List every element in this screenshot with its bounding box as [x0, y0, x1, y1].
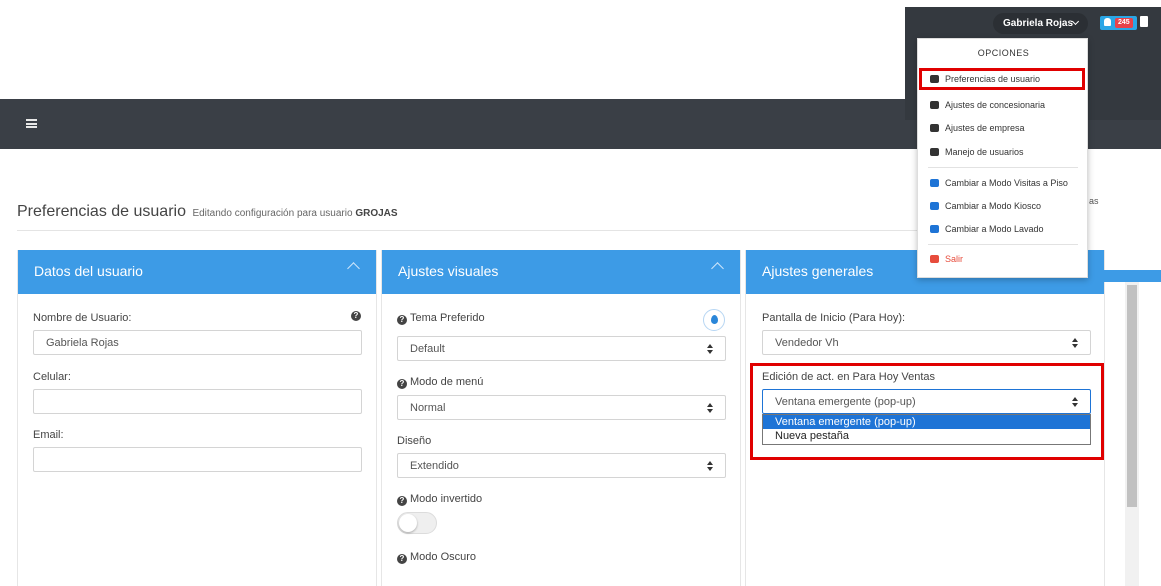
page-title-text: Preferencias de usuario [17, 203, 186, 220]
clipboard-icon[interactable] [1140, 16, 1148, 27]
panel-visuales-title: Ajustes visuales [398, 263, 499, 279]
menu-item-label: Manejo de usuarios [945, 147, 1024, 157]
help-icon[interactable]: ? [397, 496, 407, 506]
inicio-value: Vendedor Vh [775, 337, 839, 349]
tema-label-text: Tema Preferido [410, 312, 485, 324]
wash-icon [930, 225, 939, 233]
modo-menu-label: ? Modo de menú [397, 376, 483, 389]
help-icon[interactable]: ? [397, 554, 407, 564]
page-subtitle: Editando configuración para usuario GROJ… [192, 208, 397, 219]
menu-item-empresa[interactable]: Ajustes de empresa [930, 121, 1025, 135]
inicio-label: Pantalla de Inicio (Para Hoy): [762, 312, 906, 324]
edicion-select[interactable]: Ventana emergente (pop-up) [762, 389, 1091, 414]
select-arrows-icon [1072, 337, 1078, 349]
sign-out-icon [930, 255, 939, 263]
tema-value: Default [410, 343, 445, 355]
select-arrows-icon [707, 343, 713, 355]
invertido-label: ? Modo invertido [397, 493, 482, 506]
toggle-knob [399, 514, 417, 532]
page-title: Preferencias de usuario Editando configu… [17, 203, 398, 221]
diseno-value: Extendido [410, 460, 459, 472]
panel-datos-header[interactable]: Datos del usuario [18, 250, 376, 294]
page-subtitle-user: GROJAS [355, 208, 398, 219]
exchange-icon [930, 179, 939, 187]
page-divider [17, 230, 917, 231]
username-value: Gabriela Rojas [46, 337, 119, 349]
celular-label: Celular: [33, 371, 71, 383]
panel-header-fragment [1088, 270, 1161, 282]
modo-menu-select[interactable]: Normal [397, 395, 726, 420]
menu-item-label: Ajustes de concesionaria [945, 100, 1046, 110]
menu-item-salir[interactable]: Salir [930, 252, 963, 266]
account-button[interactable]: Gabriela Rojas [993, 13, 1088, 34]
edicion-label: Edición de act. en Para Hoy Ventas [762, 371, 936, 383]
celular-input[interactable] [33, 389, 362, 414]
select-arrows-icon [707, 460, 713, 472]
hamburger-menu-icon[interactable] [26, 119, 37, 128]
page-subtitle-prefix: Editando configuración para usuario [192, 208, 353, 219]
modo-menu-value: Normal [410, 402, 446, 414]
menu-item-concesionaria[interactable]: Ajustes de concesionaria [930, 98, 1045, 112]
email-label: Email: [33, 429, 64, 441]
tema-label: ? Tema Preferido [397, 312, 485, 325]
menu-item-label: Salir [945, 254, 964, 264]
edicion-value: Ventana emergente (pop-up) [775, 396, 916, 408]
menu-item-modo-kiosco[interactable]: Cambiar a Modo Kiosco [930, 199, 1041, 213]
invertido-toggle[interactable] [397, 512, 437, 534]
clipped-text: as [1089, 196, 1099, 206]
collapse-chevron-icon[interactable] [347, 262, 360, 275]
panel-datos-usuario: Datos del usuario [17, 250, 377, 586]
scrollbar-thumb[interactable] [1127, 285, 1137, 507]
oscuro-label-text: Modo Oscuro [410, 551, 477, 563]
help-icon[interactable]: ? [397, 379, 407, 389]
notification-count: 245 [1115, 18, 1133, 28]
gear-icon [930, 124, 939, 132]
app-root: Preferencias de usuario Editando configu… [0, 0, 1161, 586]
notifications-badge[interactable]: 245 [1100, 16, 1137, 30]
menu-separator [928, 167, 1078, 168]
menu-item-modo-visitas[interactable]: Cambiar a Modo Visitas a Piso [930, 176, 1068, 190]
cogs-icon [930, 101, 939, 109]
menu-separator [928, 244, 1078, 245]
menu-item-label: Ajustes de empresa [945, 123, 1025, 133]
modo-menu-label-text: Modo de menú [410, 376, 484, 388]
panel-datos-title: Datos del usuario [34, 263, 143, 279]
menu-item-modo-lavado[interactable]: Cambiar a Modo Lavado [930, 222, 1044, 236]
help-icon[interactable]: ? [351, 311, 361, 321]
edicion-options-list: Ventana emergente (pop-up) Nueva pestaña [762, 414, 1091, 445]
menu-item-label: Cambiar a Modo Lavado [945, 224, 1044, 234]
menu-title: OPCIONES [977, 48, 1030, 58]
diseno-select[interactable]: Extendido [397, 453, 726, 478]
option-ventana-emergente[interactable]: Ventana emergente (pop-up) [763, 415, 1090, 429]
account-user-name: Gabriela Rojas [1003, 18, 1074, 29]
diseno-label: Diseño [397, 435, 432, 447]
theme-drop-icon[interactable] [703, 309, 725, 331]
menu-item-manejo-usuarios[interactable]: Manejo de usuarios [930, 145, 1024, 159]
select-arrows-icon [1072, 396, 1078, 408]
menu-highlight-frame [919, 68, 1085, 90]
tema-select[interactable]: Default [397, 336, 726, 361]
select-arrows-icon [707, 402, 713, 414]
collapse-chevron-icon[interactable] [711, 262, 724, 275]
bell-icon [1104, 18, 1111, 26]
panel-generales-title: Ajustes generales [762, 263, 874, 279]
oscuro-label: ? Modo Oscuro [397, 551, 476, 564]
menu-item-label: Cambiar a Modo Visitas a Piso [945, 178, 1068, 188]
car-icon [930, 202, 939, 210]
username-input[interactable]: Gabriela Rojas [33, 330, 362, 355]
help-icon[interactable]: ? [397, 315, 407, 325]
users-icon [930, 148, 939, 156]
panel-visuales-header[interactable]: Ajustes visuales [382, 250, 740, 294]
email-input[interactable] [33, 447, 362, 472]
option-nueva-pestana[interactable]: Nueva pestaña [763, 429, 1090, 443]
menu-item-label: Cambiar a Modo Kiosco [945, 201, 1042, 211]
username-label: Nombre de Usuario: [33, 312, 132, 324]
inicio-select[interactable]: Vendedor Vh [762, 330, 1091, 355]
invertido-label-text: Modo invertido [410, 493, 483, 505]
